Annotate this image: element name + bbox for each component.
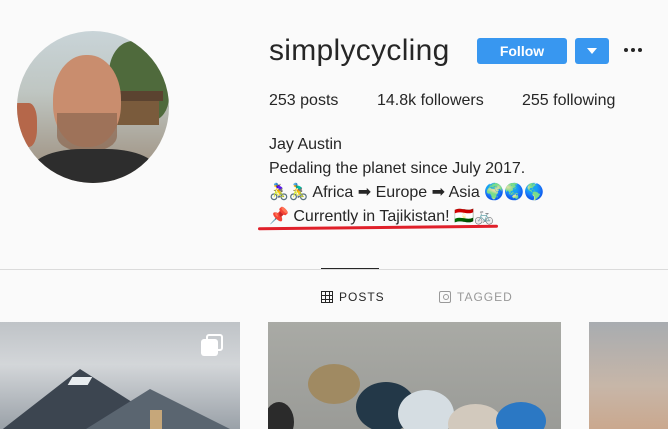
follow-button[interactable]: Follow bbox=[477, 38, 567, 64]
profile-avatar[interactable] bbox=[17, 31, 169, 183]
avatar-other-person bbox=[17, 103, 37, 147]
tab-posts-label: POSTS bbox=[339, 290, 385, 304]
following-link[interactable]: 255 following bbox=[522, 92, 615, 110]
multiple-photos-icon bbox=[201, 334, 223, 356]
suggestions-dropdown-button[interactable] bbox=[575, 38, 609, 64]
section-divider bbox=[0, 269, 668, 270]
followers-link[interactable]: 14.8k followers bbox=[377, 92, 484, 110]
photo-figure bbox=[308, 364, 360, 404]
profile-bio: Jay Austin Pedaling the planet since Jul… bbox=[269, 133, 544, 229]
tab-posts[interactable]: POSTS bbox=[321, 290, 385, 304]
active-tab-indicator bbox=[321, 268, 379, 269]
photo-figure bbox=[398, 390, 454, 429]
avatar-beard bbox=[57, 113, 117, 151]
photo-tower bbox=[150, 410, 162, 429]
bio-line: Pedaling the planet since July 2017. bbox=[269, 160, 526, 177]
chevron-down-icon bbox=[587, 48, 597, 54]
post-thumbnail[interactable] bbox=[268, 322, 561, 429]
photo-figure bbox=[268, 402, 294, 429]
grid-icon bbox=[321, 291, 333, 303]
tagged-icon bbox=[439, 291, 451, 303]
posts-count: 253 posts bbox=[269, 92, 339, 109]
more-options-icon[interactable] bbox=[624, 42, 642, 58]
tab-tagged[interactable]: TAGGED bbox=[439, 290, 513, 304]
photo-figure bbox=[448, 404, 503, 429]
post-thumbnail[interactable] bbox=[589, 322, 668, 429]
bio-line: 🚴‍♀️🚴‍♂️ Africa ➡ Europe ➡ Asia 🌍🌏🌎 bbox=[269, 184, 544, 201]
profile-username: simplycycling bbox=[269, 34, 450, 67]
photo-figure bbox=[496, 402, 546, 429]
bio-full-name: Jay Austin bbox=[269, 136, 342, 153]
tab-tagged-label: TAGGED bbox=[457, 290, 513, 304]
avatar-shirt bbox=[29, 149, 159, 183]
